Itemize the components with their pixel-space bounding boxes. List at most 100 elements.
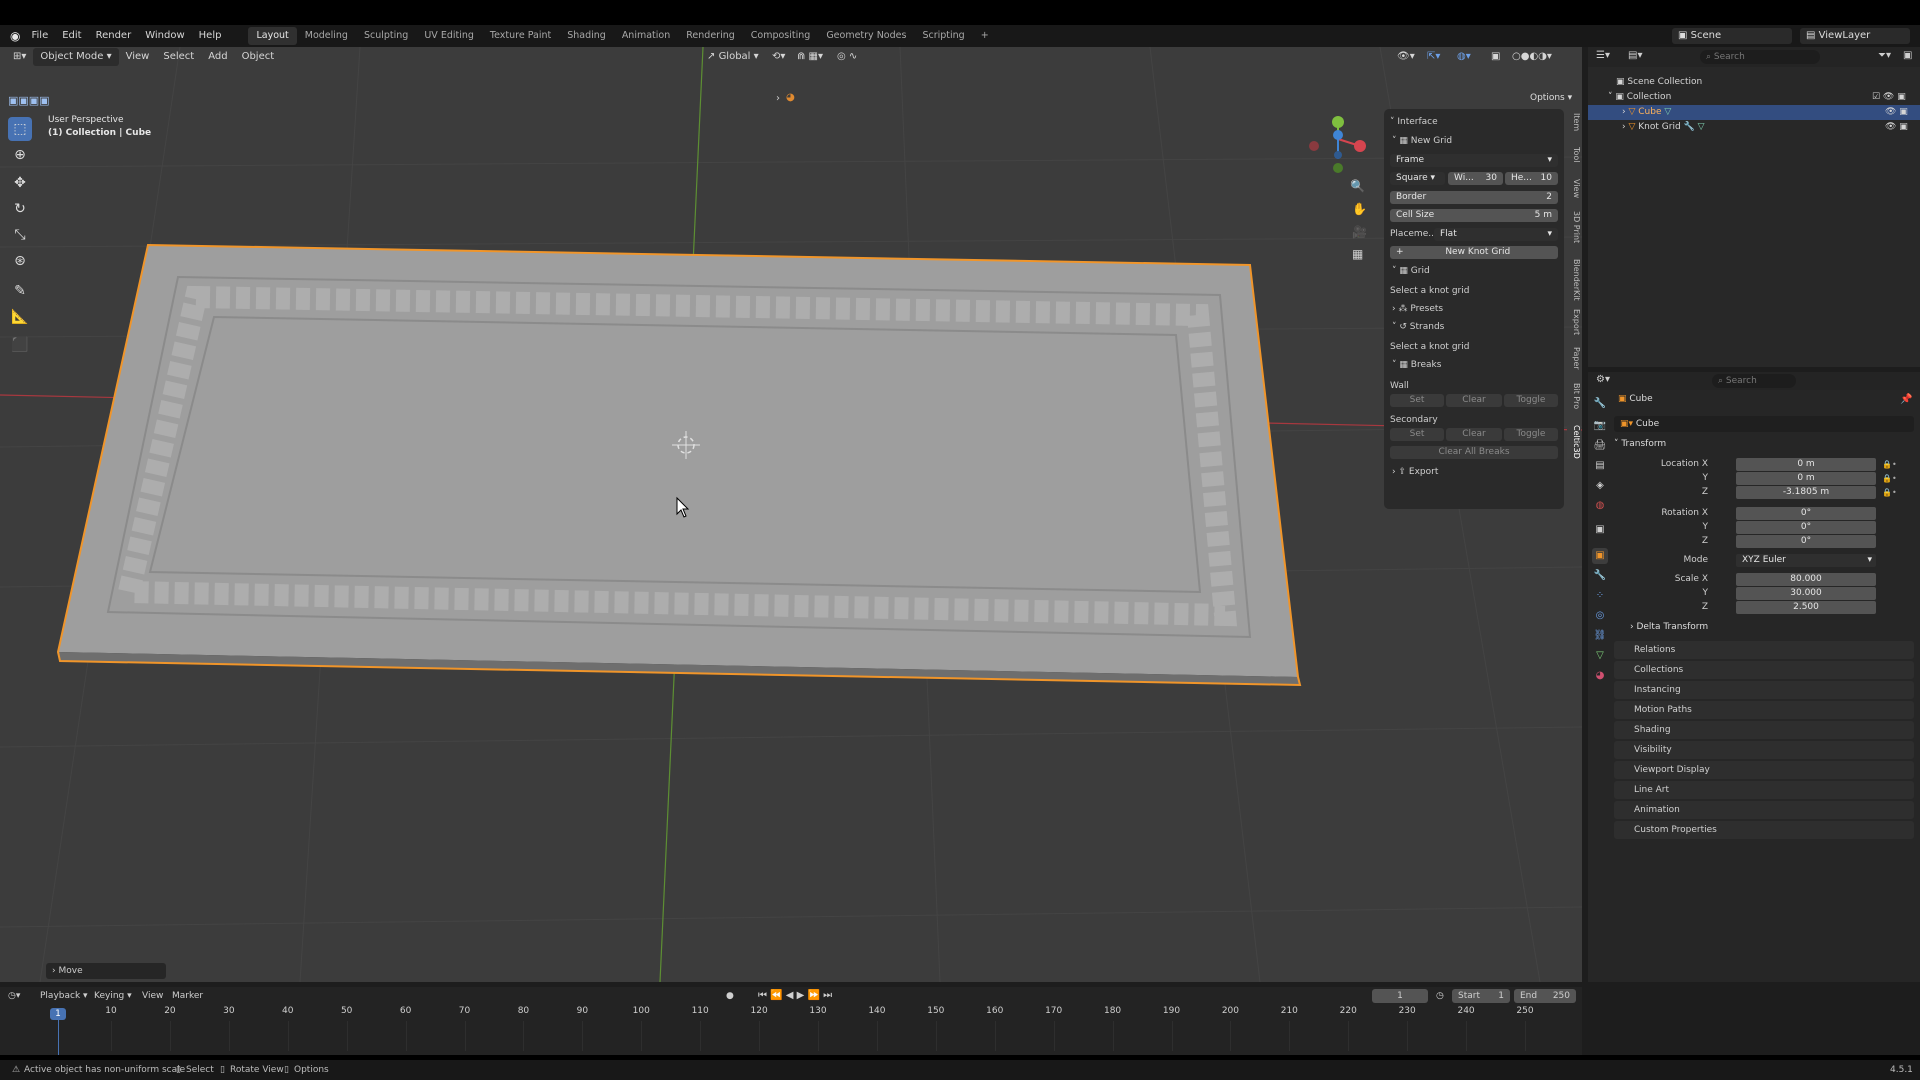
cell-size-field[interactable]: Cell Size 5 m (1390, 209, 1558, 222)
outliner-item-knot-grid[interactable]: › ▽ Knot Grid 🔧 ▽ 👁 ▣ (1588, 120, 1920, 135)
outliner-editor-icon[interactable]: ☰▾ (1596, 50, 1610, 61)
menu-object[interactable]: Object (235, 48, 282, 66)
new-collection-icon[interactable]: ▣ (1903, 50, 1912, 61)
constraints-tab-icon[interactable]: ⛓ (1592, 628, 1608, 644)
overlay-toggle-icon[interactable]: ◍▾ (1450, 48, 1478, 66)
interface-header[interactable]: ˅ Interface (1390, 115, 1558, 129)
clear-all-breaks-button[interactable]: Clear All Breaks (1390, 446, 1558, 459)
visibility-icon[interactable]: 👁▾ (1390, 48, 1422, 66)
collection-row[interactable]: ˅ ▣ Collection ☑ 👁 ▣ (1588, 90, 1920, 105)
render-tab-icon[interactable]: 📷 (1592, 418, 1608, 434)
panel-relations[interactable]: Relations (1614, 641, 1914, 659)
zoom-icon[interactable]: 🔍 (1350, 179, 1365, 193)
tab-modeling[interactable]: Modeling (297, 27, 356, 45)
tab-celtic3d[interactable]: Celtic3D (1567, 425, 1581, 459)
collection-visibility-icons[interactable]: ☑ 👁 ▣ (1872, 90, 1906, 105)
3d-viewport[interactable]: ⊞▾ Object Mode ▾ View Select Add Object … (0, 47, 1582, 982)
pivot-icon[interactable]: ⟲▾ (765, 48, 792, 66)
tab-shading[interactable]: Shading (559, 27, 614, 45)
modifier-tab-icon[interactable]: 🔧 (1592, 568, 1608, 584)
header-expand-icon[interactable]: › (776, 93, 780, 104)
tab-sculpting[interactable]: Sculpting (356, 27, 416, 45)
secondary-toggle-button[interactable]: Toggle (1504, 428, 1558, 441)
rotation-y-field[interactable]: 0° (1736, 521, 1876, 534)
tab-item[interactable]: Item (1567, 113, 1581, 131)
menu-help[interactable]: Help (192, 25, 229, 47)
lock-icons[interactable]: 🔒• 🔒• 🔒• (1882, 458, 1897, 500)
gizmo-toggle-icon[interactable]: ⇱▾ (1420, 48, 1447, 66)
mode-dropdown[interactable]: Object Mode ▾ (33, 48, 119, 66)
ortho-grid-icon[interactable]: ▦ (1352, 247, 1363, 261)
cube-visibility-icons[interactable]: 👁 ▣ (1885, 105, 1908, 120)
rotation-z-field[interactable]: 0° (1736, 535, 1876, 548)
panel-instancing[interactable]: Instancing (1614, 681, 1914, 699)
camera-view-icon[interactable]: 🎥 (1352, 225, 1367, 239)
tab-texture-paint[interactable]: Texture Paint (482, 27, 559, 45)
shading-mode-icons[interactable]: ○●◐◑▾ (1505, 48, 1559, 66)
rotate-tool-icon[interactable]: ↻ (8, 197, 32, 221)
select-mode-icons[interactable]: ▣▣▣▣ (8, 94, 50, 107)
secondary-clear-button[interactable]: Clear (1446, 428, 1502, 441)
pin-icon[interactable]: 📌 (1900, 394, 1912, 405)
new-knot-grid-button[interactable]: + New Knot Grid (1390, 246, 1558, 259)
tab-3d-print[interactable]: 3D Print (1567, 211, 1581, 243)
delta-transform-subpanel[interactable]: › Delta Transform (1630, 622, 1708, 632)
frame-ruler[interactable]: 10 20 30 40 50 60 70 80 90 100 110 120 130 140 150 160 1… (0, 983, 1582, 1051)
menu-view[interactable]: View (119, 48, 157, 66)
location-z-field[interactable]: -3.1805 m (1736, 486, 1876, 499)
wall-set-button[interactable]: Set (1390, 394, 1444, 407)
scale-x-field[interactable]: 80.000 (1736, 573, 1876, 586)
view-layer-tab-icon[interactable]: ▤ (1592, 458, 1608, 474)
view-layer-selector[interactable]: ▤ ViewLayer (1800, 28, 1910, 44)
location-y-field[interactable]: 0 m (1736, 472, 1876, 485)
output-tab-icon[interactable]: 🖨 (1592, 438, 1608, 454)
width-field[interactable]: Wi... 30 (1448, 172, 1503, 185)
tab-blenderkit[interactable]: BlenderKit (1567, 259, 1581, 301)
collection-tab-icon[interactable]: ▣ (1592, 522, 1608, 538)
scale-y-field[interactable]: 30.000 (1736, 587, 1876, 600)
blender-logo-icon[interactable]: ◉ (6, 29, 24, 43)
scale-z-field[interactable]: 2.500 (1736, 601, 1876, 614)
grid-subpanel[interactable]: ˅ ▦ Grid (1392, 264, 1560, 278)
transform-tool-icon[interactable]: ⊛ (8, 249, 32, 273)
editor-type-icon[interactable]: ⊞▾ (6, 48, 33, 66)
tab-uv-editing[interactable]: UV Editing (416, 27, 482, 45)
pan-hand-icon[interactable]: ✋ (1352, 202, 1367, 216)
shape-dropdown[interactable]: Square ▾ (1390, 172, 1445, 185)
rotation-x-field[interactable]: 0° (1736, 507, 1876, 520)
tab-bit-pro[interactable]: Bit Pro (1567, 383, 1581, 409)
navigation-gizmo[interactable] (1309, 116, 1366, 173)
transform-panel-header[interactable]: ˅ Transform (1614, 436, 1914, 452)
tab-compositing[interactable]: Compositing (743, 27, 819, 45)
physics-tab-icon[interactable]: ◎ (1592, 608, 1608, 624)
add-cube-tool-icon[interactable]: ⬛ (8, 333, 32, 357)
outliner-item-cube[interactable]: › ▽ Cube ▽ 👁 ▣ (1588, 105, 1920, 120)
panel-collections[interactable]: Collections (1614, 661, 1914, 679)
export-subpanel[interactable]: › ⇪ Export (1392, 465, 1560, 479)
properties-editor-icon[interactable]: ⚙▾ (1596, 374, 1610, 385)
wall-clear-button[interactable]: Clear (1446, 394, 1502, 407)
add-workspace-icon[interactable]: + (973, 27, 997, 45)
tab-paper[interactable]: Paper (1567, 347, 1581, 370)
tool-tab-icon[interactable]: 🔧 (1592, 396, 1608, 412)
material-tab-icon[interactable]: ◕ (1592, 668, 1608, 684)
snap-icon[interactable]: ⋒ ▦▾ (790, 48, 830, 66)
tab-geometry-nodes[interactable]: Geometry Nodes (818, 27, 914, 45)
playhead[interactable]: 1 (50, 1008, 66, 1020)
wall-toggle-button[interactable]: Toggle (1504, 394, 1558, 407)
panel-custom-properties[interactable]: Custom Properties (1614, 821, 1914, 839)
height-field[interactable]: He... 10 (1505, 172, 1558, 185)
measure-tool-icon[interactable]: 📐 (8, 305, 32, 329)
panel-line-art[interactable]: Line Art (1614, 781, 1914, 799)
cursor-tool-icon[interactable]: ⊕ (8, 143, 32, 167)
panel-shading[interactable]: Shading (1614, 721, 1914, 739)
tab-scripting[interactable]: Scripting (914, 27, 972, 45)
display-mode-icon[interactable]: ▤▾ (1628, 50, 1642, 61)
select-box-tool-icon[interactable]: ⬚ (8, 117, 32, 141)
menu-edit[interactable]: Edit (55, 25, 88, 47)
move-tool-icon[interactable]: ✥ (8, 171, 32, 195)
addon-icon[interactable]: ◕ (786, 92, 795, 103)
scale-tool-icon[interactable]: ⤡ (8, 223, 32, 247)
tab-layout[interactable]: Layout (248, 27, 297, 45)
tab-animation[interactable]: Animation (614, 27, 678, 45)
